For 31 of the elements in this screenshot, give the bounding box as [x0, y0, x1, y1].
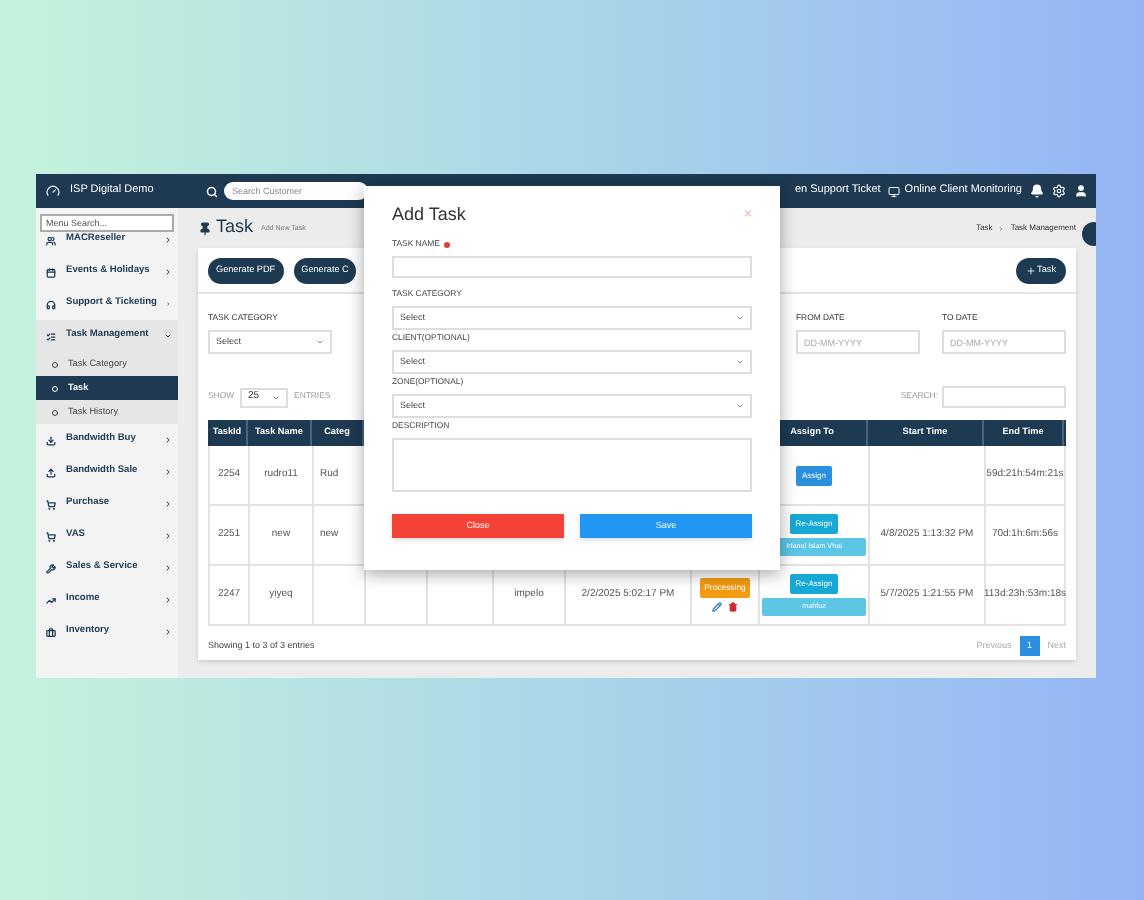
search-icon	[206, 185, 218, 197]
chevron-icon	[166, 300, 172, 308]
download-icon	[46, 435, 56, 445]
task-name-field[interactable]	[392, 256, 752, 278]
table-search-field[interactable]	[942, 386, 1066, 408]
edit-icon[interactable]	[712, 602, 722, 613]
logo-icon	[46, 184, 60, 198]
plus-icon	[1025, 265, 1036, 275]
checklist-icon	[46, 331, 56, 341]
cart-icon	[46, 499, 56, 509]
page-title: Task	[216, 214, 254, 241]
headset-icon	[46, 299, 56, 309]
delete-icon[interactable]	[728, 602, 738, 613]
chart-icon	[46, 595, 56, 605]
bell-icon[interactable]	[1030, 184, 1044, 198]
settings-icon[interactable]	[1052, 184, 1066, 198]
dialog-title: Add Task	[392, 202, 466, 229]
calendar-icon	[46, 267, 56, 277]
bullet-icon	[52, 385, 58, 391]
monitor-icon	[888, 185, 901, 197]
table-cell	[314, 566, 366, 626]
bullet-icon	[52, 361, 58, 367]
pin-icon	[198, 221, 212, 235]
users-icon	[46, 235, 56, 245]
bullet-icon	[52, 409, 58, 415]
wrench-icon	[46, 563, 56, 573]
upload-icon	[46, 467, 56, 477]
briefcase-icon	[46, 627, 56, 637]
description-field[interactable]	[392, 438, 752, 492]
cart-icon	[46, 531, 56, 541]
user-icon[interactable]	[1074, 184, 1088, 198]
